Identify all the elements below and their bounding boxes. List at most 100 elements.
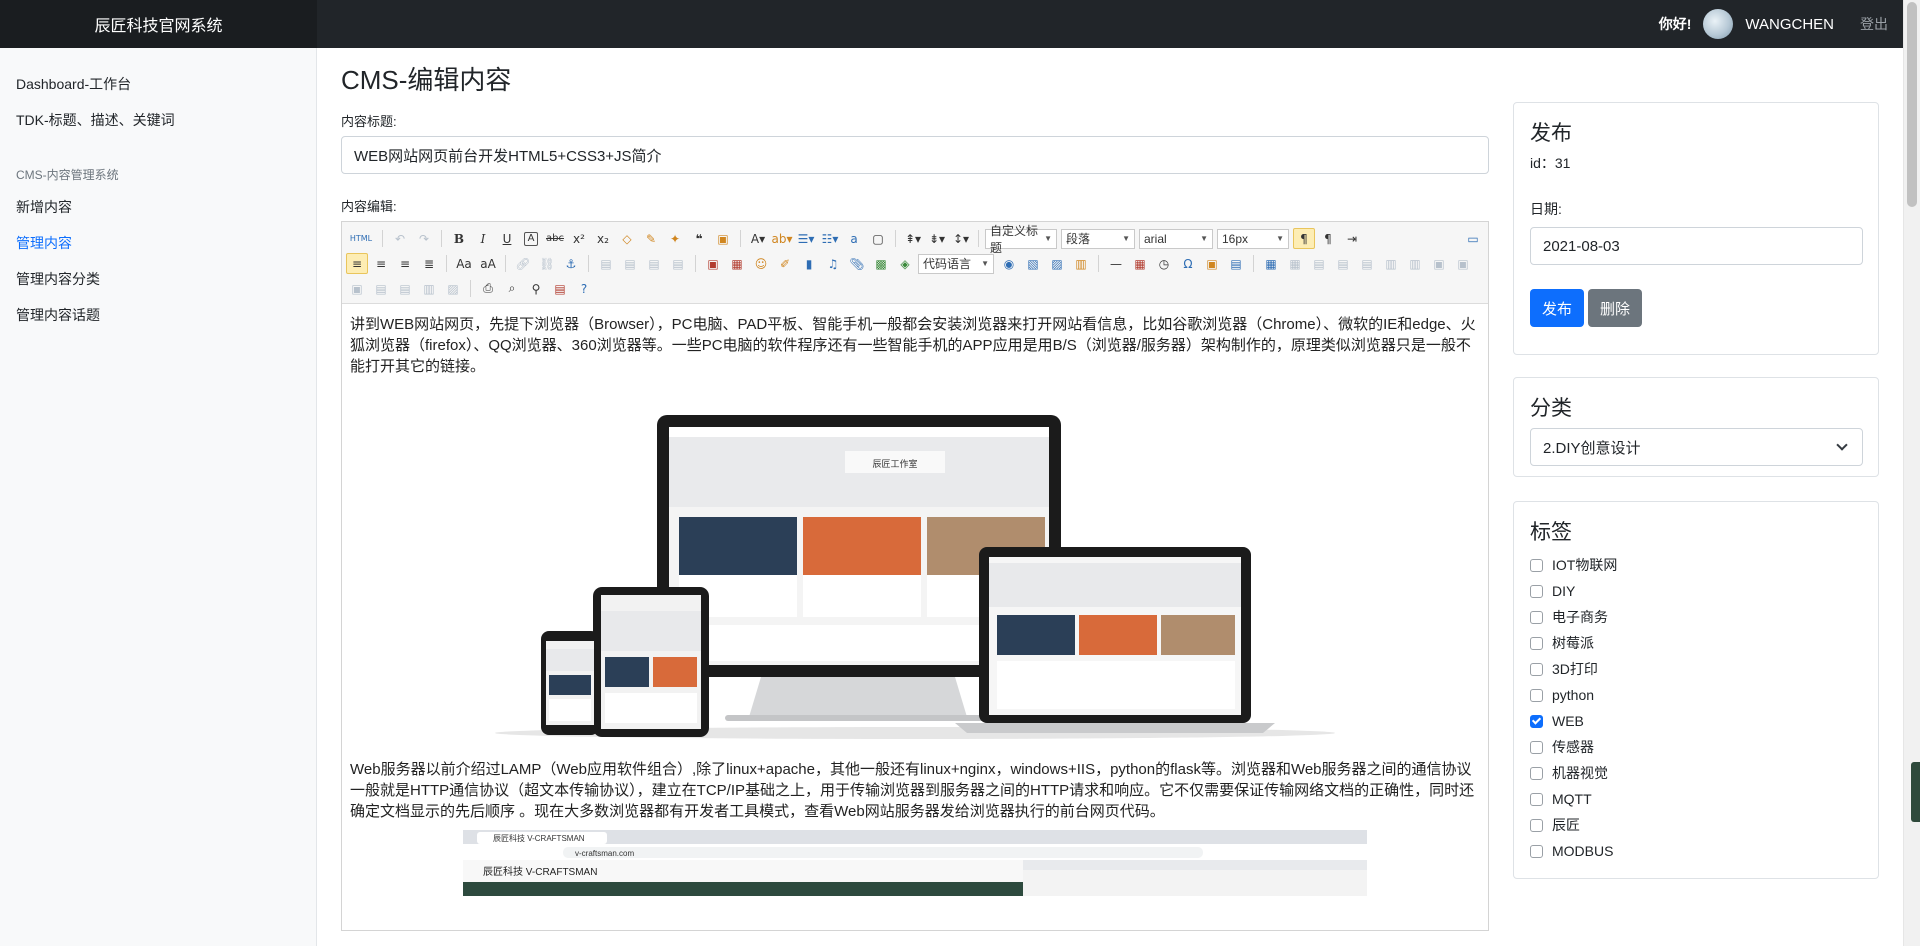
align-right-icon[interactable]: ≡ (394, 253, 416, 274)
subscript-icon[interactable]: x₂ (592, 228, 614, 249)
split-cols-icon[interactable]: ▥ (418, 278, 440, 299)
anchor-icon[interactable]: ⚓︎ (560, 253, 582, 274)
tag-checkbox[interactable] (1530, 610, 1543, 624)
insert-col-icon[interactable]: ▥ (1380, 253, 1402, 274)
uppercase-icon[interactable]: Aa (453, 253, 475, 274)
drafts-icon[interactable]: ▤ (549, 278, 571, 299)
rtl-direction-icon[interactable]: ¶ (1317, 228, 1339, 249)
wordimage-icon[interactable]: ▤ (1225, 253, 1247, 274)
blockquote-icon[interactable]: ❝ (688, 228, 710, 249)
font-color-icon[interactable]: A▾ (747, 228, 769, 249)
insert-table-icon[interactable]: ▦ (1260, 253, 1282, 274)
code-language-select[interactable]: 代码语言 ▼ (918, 253, 994, 274)
insert-paragraph-before-table-icon[interactable]: ▤ (1308, 253, 1330, 274)
html-source-icon[interactable]: HTML (346, 228, 376, 249)
tag-item[interactable]: MQTT (1530, 786, 1862, 812)
eraser-icon[interactable]: ◇ (616, 228, 638, 249)
unlink-icon[interactable]: ⛓︎ (536, 253, 558, 274)
tag-checkbox[interactable] (1530, 688, 1543, 702)
logout-link[interactable]: 登出 (1860, 14, 1888, 34)
sidebar-item-add-content[interactable]: 新增内容 (0, 189, 316, 225)
auto-format-icon[interactable]: ✦ (664, 228, 686, 249)
image-none-icon[interactable]: ▤ (595, 253, 617, 274)
tag-checkbox[interactable] (1530, 636, 1543, 650)
tag-item[interactable]: 树莓派 (1530, 630, 1862, 656)
tag-item[interactable]: 电子商务 (1530, 604, 1862, 630)
tag-checkbox[interactable] (1530, 584, 1543, 598)
tag-item[interactable]: 机器视觉 (1530, 760, 1862, 786)
time-icon[interactable]: ◷ (1153, 253, 1175, 274)
delete-row-icon[interactable]: ▤ (1356, 253, 1378, 274)
paste-plain-icon[interactable]: ▣ (712, 228, 734, 249)
strikethrough-icon[interactable]: abc (544, 228, 566, 249)
tag-checkbox[interactable] (1530, 740, 1543, 754)
tag-checkbox[interactable] (1530, 558, 1543, 572)
undo-icon[interactable]: ↶ (389, 228, 411, 249)
horizontal-rule-icon[interactable]: — (1105, 253, 1127, 274)
redo-icon[interactable]: ↷ (413, 228, 435, 249)
delete-button[interactable]: 删除 (1588, 289, 1643, 327)
align-justify-icon[interactable]: ≣ (418, 253, 440, 274)
insert-row-icon[interactable]: ▤ (1332, 253, 1354, 274)
emotion-icon[interactable]: ☺ (750, 253, 772, 274)
search-replace-icon[interactable]: ▣ (1201, 253, 1223, 274)
custom-title-select[interactable]: 自定义标题 ▼ (985, 224, 1057, 255)
attachment-icon[interactable]: 📎︎ (846, 253, 868, 274)
row-spacing-top-icon[interactable]: ⇞▾ (902, 228, 924, 249)
insert-code-icon[interactable]: ▥ (1070, 253, 1092, 274)
tag-item[interactable]: IOT物联网 (1530, 552, 1862, 578)
avatar[interactable] (1703, 9, 1734, 39)
tag-item[interactable]: python (1530, 682, 1862, 708)
tag-checkbox[interactable] (1530, 662, 1543, 676)
insert-image-icon[interactable]: ▦ (726, 253, 748, 274)
sidebar-item-tdk[interactable]: TDK-标题、描述、关键词 (0, 102, 316, 138)
tag-checkbox[interactable] (1530, 714, 1543, 728)
tag-item[interactable]: 3D打印 (1530, 656, 1862, 682)
superscript-icon[interactable]: x² (568, 228, 590, 249)
font-border-icon[interactable]: A (524, 231, 538, 246)
image-right-icon[interactable]: ▤ (643, 253, 665, 274)
fullscreen-icon[interactable]: ▭ (1462, 228, 1484, 249)
tag-item[interactable]: 传感器 (1530, 734, 1862, 760)
preview-icon[interactable]: ⌕ (501, 278, 523, 299)
italic-icon[interactable]: I (472, 228, 494, 249)
help-icon[interactable]: ? (573, 278, 595, 299)
map-icon[interactable]: ▩ (870, 253, 892, 274)
unordered-list-icon[interactable]: ☷▾ (819, 228, 841, 249)
align-left-icon[interactable]: ≡ (346, 253, 368, 274)
background-icon[interactable]: ▨ (1046, 253, 1068, 274)
sidebar-item-manage-topics[interactable]: 管理内容话题 (0, 297, 316, 333)
merge-down-icon[interactable]: ▣ (346, 278, 368, 299)
ordered-list-icon[interactable]: ☰▾ (795, 228, 817, 249)
special-char-icon[interactable]: Ω (1177, 253, 1199, 274)
template-icon[interactable]: ▧ (1022, 253, 1044, 274)
date-icon[interactable]: ▦ (1129, 253, 1151, 274)
tag-checkbox[interactable] (1530, 844, 1543, 858)
date-input[interactable] (1530, 227, 1863, 265)
scrollbar-thumb[interactable] (1907, 2, 1917, 207)
delete-table-icon[interactable]: ▦ (1284, 253, 1306, 274)
username[interactable]: WANGCHEN (1745, 16, 1834, 33)
lowercase-icon[interactable]: aA (477, 253, 499, 274)
tag-item[interactable]: DIY (1530, 578, 1862, 604)
tag-checkbox[interactable] (1530, 818, 1543, 832)
paragraph-select[interactable]: 段落 ▼ (1061, 228, 1135, 249)
sidebar-item-manage-content[interactable]: 管理内容 (0, 225, 316, 261)
delete-col-icon[interactable]: ▥ (1404, 253, 1426, 274)
highlight-icon[interactable]: ab▾ (771, 228, 793, 249)
image-left-icon[interactable]: ▤ (619, 253, 641, 274)
insert-frame-icon[interactable]: ◈ (894, 253, 916, 274)
image-center-icon[interactable]: ▤ (667, 253, 689, 274)
chart-icon[interactable]: ▨ (442, 278, 464, 299)
clear-doc-icon[interactable]: ▢ (867, 228, 889, 249)
side-widget-handle[interactable] (1911, 762, 1920, 822)
split-rows-icon[interactable]: ▤ (394, 278, 416, 299)
tag-item[interactable]: WEB (1530, 708, 1862, 734)
underline-icon[interactable]: U (496, 228, 518, 249)
insert-video-icon[interactable]: ▮ (798, 253, 820, 274)
sidebar-item-manage-categories[interactable]: 管理内容分类 (0, 261, 316, 297)
merge-cells-icon[interactable]: ▣ (1428, 253, 1450, 274)
scrawl-icon[interactable]: ✐ (774, 253, 796, 274)
bold-icon[interactable]: B (448, 228, 470, 249)
publish-button[interactable]: 发布 (1530, 289, 1585, 327)
